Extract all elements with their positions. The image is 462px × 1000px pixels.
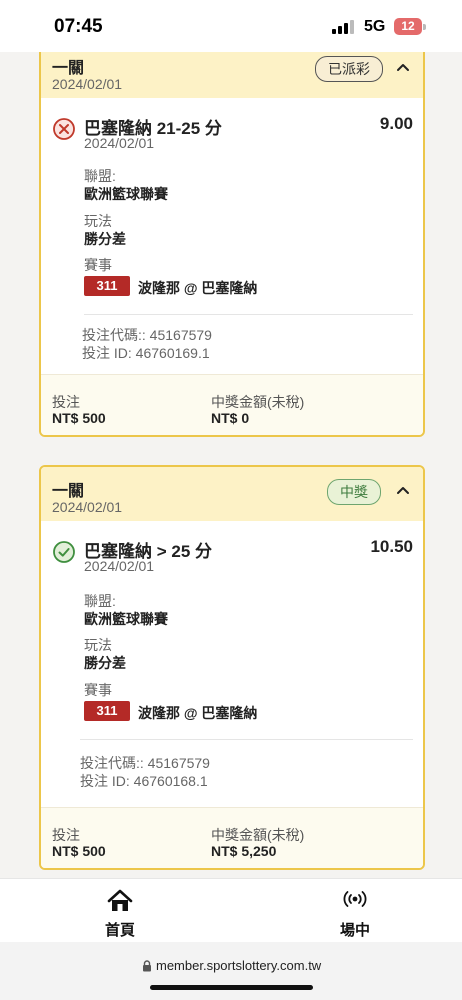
payout-label: 中獎金額(未稅) [211,827,305,843]
nav-label-live: 場中 [339,922,370,939]
live-broadcast-icon [343,891,367,907]
bet-id: 投注 ID: 46760168.1 [80,773,208,789]
status-bar: 07:45 5G 12 [0,0,462,52]
bet-card: 一關 2024/02/01 已派彩 巴塞隆納 21-25 分 9.00 2024… [39,52,425,437]
league-value: 歐洲籃球聯賽 [84,186,168,202]
stake-label: 投注 [52,394,80,410]
bet-id: 投注 ID: 46760169.1 [82,345,210,361]
market-label: 玩法 [84,637,112,653]
league-value: 歐洲籃球聯賽 [84,611,168,627]
check-circle-icon [53,541,75,563]
event-name: 波隆那 @ 巴塞隆納 [138,280,258,296]
divider [80,739,413,740]
bet-card-body: 巴塞隆納 21-25 分 9.00 2024/02/01 聯盟: 歐洲籃球聯賽 … [41,98,423,374]
bet-code: 投注代碼:: 45167579 [82,327,212,343]
market-value: 勝分差 [84,231,126,247]
selection-odds: 10.50 [370,537,413,556]
bet-date: 2024/02/01 [52,499,123,515]
selection-date: 2024/02/01 [84,135,155,151]
nav-label-home: 首頁 [104,922,135,939]
bet-type: 一關 [52,60,85,77]
event-name: 波隆那 @ 巴塞隆納 [138,705,258,721]
lost-icon [53,118,75,140]
bet-type: 一關 [52,483,85,500]
bet-code: 投注代碼:: 45167579 [80,755,210,771]
home-indicator [150,985,313,990]
bet-card-header[interactable]: 一關 2024/02/01 中獎 [41,467,423,521]
status-badge: 中獎 [327,479,381,505]
chevron-up-icon[interactable] [395,60,411,76]
stake-label: 投注 [52,827,80,843]
league-label: 聯盟: [84,593,116,609]
nav-item-live[interactable]: 場中 [295,879,415,943]
home-icon [107,889,133,911]
url-text[interactable]: member.sportslottery.com.tw [156,958,321,973]
nav-item-home[interactable]: 首頁 [60,879,180,943]
lock-icon [143,960,151,972]
chevron-up-icon[interactable] [395,483,411,499]
bet-history-list[interactable]: 一關 2024/02/01 已派彩 巴塞隆納 21-25 分 9.00 2024… [0,52,462,878]
event-label: 賽事 [84,682,112,698]
bet-card: 一關 2024/02/01 中獎 巴塞隆納 > 25 分 10.50 2024/… [39,465,425,870]
bet-card-header[interactable]: 一關 2024/02/01 已派彩 [41,52,423,98]
bet-card-body: 巴塞隆納 > 25 分 10.50 2024/02/01 聯盟: 歐洲籃球聯賽 … [41,521,423,807]
payout-value: NT$ 5,250 [211,843,277,859]
bet-date: 2024/02/01 [52,76,123,92]
stake-value: NT$ 500 [52,843,106,859]
payout-label: 中獎金額(未稅) [211,394,305,410]
battery-icon: 12 [394,18,422,35]
status-time: 07:45 [54,16,103,37]
bet-card-footer: 投注 NT$ 500 中獎金額(未稅) NT$ 0 [41,374,423,435]
signal-icon [332,20,354,34]
stake-value: NT$ 500 [52,410,106,426]
battery-cap [423,24,426,30]
event-number-badge: 311 [84,701,130,721]
market-value: 勝分差 [84,655,126,671]
divider [84,314,413,315]
bet-card-footer: 投注 NT$ 500 中獎金額(未稅) NT$ 5,250 [41,807,423,868]
market-label: 玩法 [84,213,112,229]
payout-value: NT$ 0 [211,410,250,426]
status-badge: 已派彩 [315,56,383,82]
league-label: 聯盟: [84,168,116,184]
bottom-nav: 首頁 場中 [0,878,462,943]
selection-date: 2024/02/01 [84,558,155,574]
network-type: 5G [364,18,386,35]
browser-url-bar[interactable]: member.sportslottery.com.tw [0,942,462,1000]
event-number-badge: 311 [84,276,130,296]
event-label: 賽事 [84,257,112,273]
selection-odds: 9.00 [379,114,413,133]
